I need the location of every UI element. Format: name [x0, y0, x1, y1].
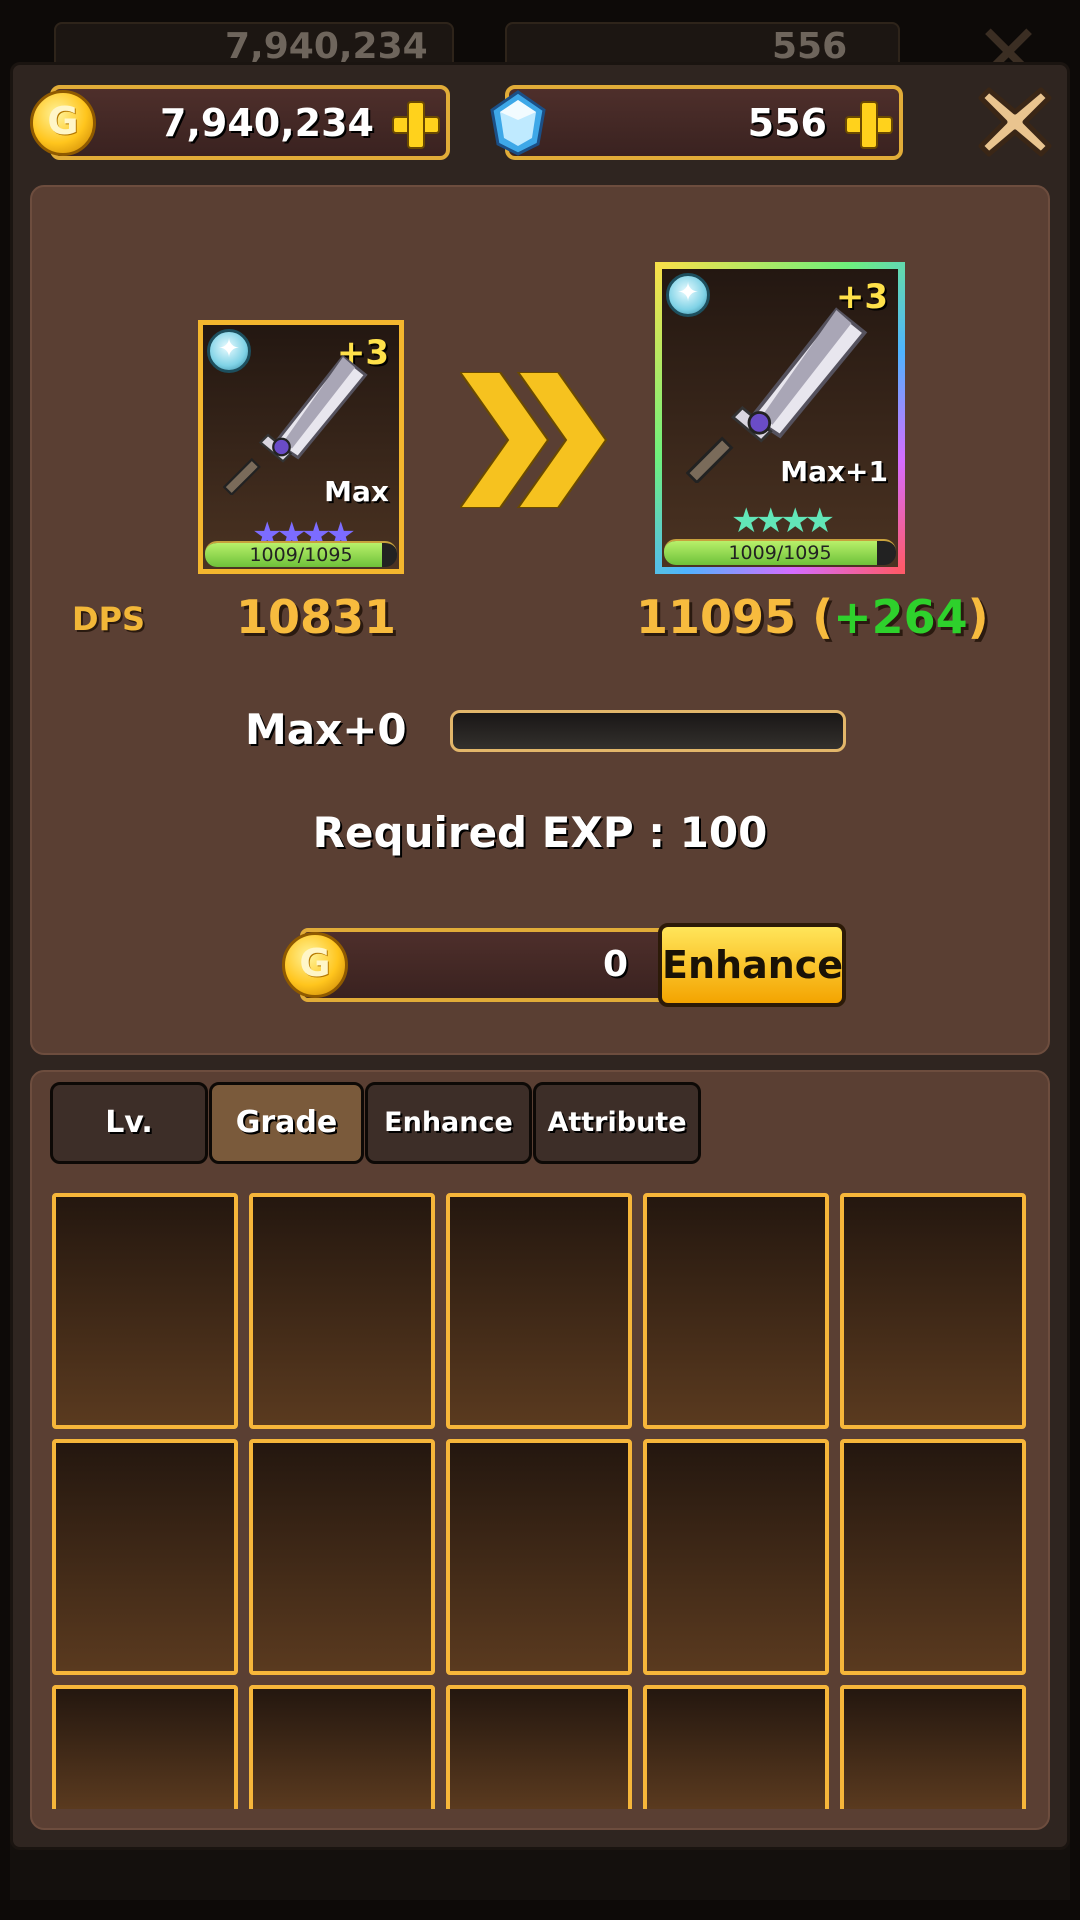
gold-coin-icon	[30, 90, 96, 156]
gold-bar: 7,940,234	[50, 85, 450, 160]
required-exp-text: Required EXP : 100	[312, 808, 768, 857]
chevron-arrow-icon	[460, 372, 608, 508]
card-exp-bar: 1009/1095	[664, 539, 896, 565]
enhance-cost-bar: 0	[300, 928, 672, 1002]
background-gem-value: 556	[772, 26, 848, 67]
material-slot[interactable]	[840, 1439, 1026, 1675]
material-slot[interactable]	[249, 1685, 435, 1809]
add-gold-plus-icon[interactable]	[392, 101, 440, 149]
next-weapon-card[interactable]: +3 Max+1 ★★★★ 1009/1095	[655, 262, 905, 574]
material-slot[interactable]	[643, 1439, 829, 1675]
sword-icon	[223, 354, 368, 495]
dps-gain-value: +264	[833, 590, 968, 644]
gem-amount: 556	[747, 101, 827, 145]
dps-current-value: 10831	[236, 590, 397, 644]
material-slot[interactable]	[643, 1193, 829, 1429]
card-exp-text: 1009/1095	[728, 542, 832, 564]
enhance-level-label: Max+0	[245, 705, 407, 754]
dps-gain-close: )	[967, 590, 989, 644]
material-slot[interactable]	[249, 1439, 435, 1675]
tab-attribute[interactable]: Attribute	[533, 1082, 701, 1164]
current-weapon-card[interactable]: +3 Max ★★★★ 1009/1095	[198, 320, 404, 574]
star-icon: ★★★★	[731, 501, 835, 541]
material-slot[interactable]	[52, 1439, 238, 1675]
material-slot[interactable]	[52, 1193, 238, 1429]
gold-coin-icon	[282, 932, 348, 998]
tab-lv[interactable]: Lv.	[50, 1082, 208, 1164]
card-grade-label: Max	[324, 475, 389, 508]
gold-amount: 7,940,234	[160, 101, 374, 145]
material-slot[interactable]	[446, 1193, 632, 1429]
dps-next-value-group: 11095 (+264)	[636, 590, 989, 644]
gem-bar: 556	[505, 85, 903, 160]
material-slot[interactable]	[249, 1193, 435, 1429]
dps-next-value: 11095	[636, 590, 797, 644]
card-exp-bar: 1009/1095	[205, 541, 397, 567]
add-gem-plus-icon[interactable]	[845, 101, 893, 149]
material-slot[interactable]	[446, 1439, 632, 1675]
close-icon[interactable]	[975, 82, 1055, 162]
dps-gain-open: (	[812, 590, 834, 644]
material-slot[interactable]	[840, 1685, 1026, 1809]
tab-enhance[interactable]: Enhance	[365, 1082, 532, 1164]
enhance-progress-bar	[450, 710, 846, 752]
tab-grade[interactable]: Grade	[209, 1082, 364, 1164]
gem-icon	[488, 90, 548, 156]
enhance-cost-value: 0	[602, 944, 628, 985]
background-gold-value: 7,940,234	[225, 26, 428, 67]
dps-label: DPS	[72, 600, 146, 638]
material-slot[interactable]	[840, 1193, 1026, 1429]
card-grade-label: Max+1	[780, 455, 888, 488]
card-exp-text: 1009/1095	[249, 544, 353, 566]
material-slot[interactable]	[52, 1685, 238, 1809]
material-slot[interactable]	[643, 1685, 829, 1809]
enhance-button[interactable]: Enhance	[658, 923, 846, 1007]
material-slot[interactable]	[446, 1685, 632, 1809]
